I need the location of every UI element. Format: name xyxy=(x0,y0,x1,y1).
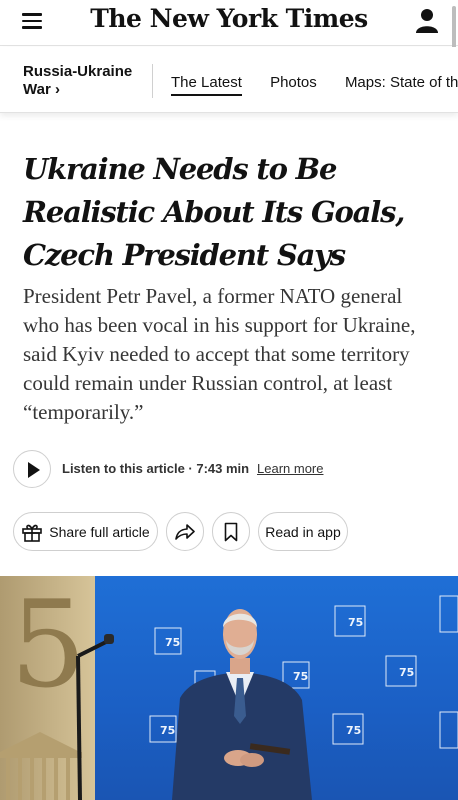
tab-the-latest[interactable]: The Latest xyxy=(171,74,242,96)
section-title-line2: War › xyxy=(23,81,60,98)
masthead-logo[interactable]: The New York Times xyxy=(0,4,458,33)
share-arrow-icon xyxy=(175,523,195,540)
article-summary: President Petr Pavel, a former NATO gene… xyxy=(23,284,416,424)
article-photo: 5 75 75 75 75 75 75 xyxy=(0,576,458,800)
bookmark-button[interactable] xyxy=(212,512,250,551)
learn-more-link[interactable]: Learn more xyxy=(257,461,323,476)
section-title-link[interactable]: Russia-Ukraine War › xyxy=(23,63,132,99)
read-in-app-button[interactable]: Read in app xyxy=(258,512,348,551)
listen-label[interactable]: Listen to this article · 7:43 min xyxy=(62,461,249,476)
anniversary-mark: 75 xyxy=(399,666,414,679)
top-bar: The New York Times xyxy=(0,0,458,82)
share-arrow-button[interactable] xyxy=(166,512,204,551)
gift-icon xyxy=(22,524,43,542)
person-figure xyxy=(172,609,312,800)
photo-illustration: 5 75 75 75 75 75 75 xyxy=(0,576,458,800)
play-audio-button[interactable] xyxy=(13,450,51,488)
section-nav: Russia-Ukraine War › The Latest Photos M… xyxy=(0,47,458,113)
big-numeral: 5 xyxy=(10,576,86,715)
share-full-article-button[interactable]: Share full article xyxy=(13,512,158,551)
anniversary-mark: 75 xyxy=(293,670,308,683)
section-title-line1: Russia-Ukraine xyxy=(23,63,133,80)
bookmark-icon xyxy=(224,522,238,541)
nav-divider xyxy=(152,64,153,98)
account-person-icon[interactable] xyxy=(416,8,438,34)
tab-photos[interactable]: Photos xyxy=(270,74,317,94)
anniversary-mark: 75 xyxy=(348,616,363,629)
share-label: Share full article xyxy=(49,523,150,540)
anniversary-mark: 75 xyxy=(160,724,175,737)
anniversary-mark: 75 xyxy=(346,724,361,737)
tab-maps[interactable]: Maps: State of the xyxy=(345,74,458,94)
nav-tabs: The Latest Photos Maps: State of the xyxy=(171,74,458,96)
article-headline: Ukraine Needs to Be Realistic About Its … xyxy=(23,152,405,272)
play-icon xyxy=(28,462,40,478)
anniversary-mark: 75 xyxy=(165,636,180,649)
